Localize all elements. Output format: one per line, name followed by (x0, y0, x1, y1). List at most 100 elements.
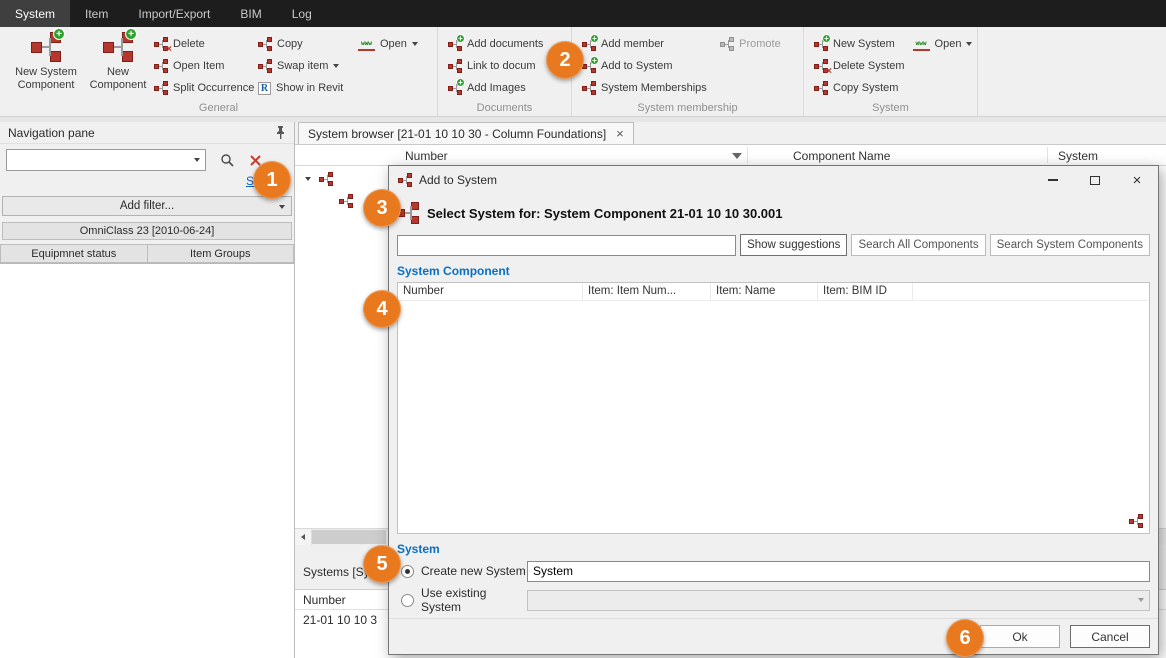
col-number[interactable]: Number (398, 283, 583, 300)
dialog-header-text: Select System for: System Component 21-0… (427, 206, 783, 221)
button-label: Link to docum (467, 60, 535, 72)
ribbon: + New System Component + New Component ×… (0, 27, 1166, 117)
search-icon[interactable] (216, 149, 238, 171)
callout-badge-3: 3 (363, 189, 401, 227)
col-item-number[interactable]: Item: Item Num... (583, 283, 711, 300)
pin-icon[interactable] (275, 126, 286, 139)
scroll-left-icon (301, 534, 305, 540)
tree-node-icon[interactable] (319, 172, 333, 186)
callout-badge-2: 2 (546, 41, 584, 79)
search-combobox[interactable] (6, 149, 206, 171)
col-bim-id[interactable]: Item: BIM ID (818, 283, 913, 300)
open-item-button[interactable]: Open Item (150, 55, 254, 77)
web-open-icon: www (358, 38, 375, 51)
add-filter-dropdown[interactable]: Add filter... (2, 196, 292, 216)
navigation-pane: Navigation pane Search Add filter... Omn… (0, 122, 295, 658)
search-link-row: Search (0, 171, 294, 189)
add-member-button[interactable]: + Add member (578, 33, 716, 55)
swap-item-icon (258, 59, 272, 73)
open-system-dropdown-button[interactable]: www Open (909, 33, 975, 55)
column-component-name[interactable]: Component Name (793, 145, 890, 167)
create-new-system-row: Create new System (397, 560, 1150, 582)
swap-item-button[interactable]: Swap item (254, 55, 354, 77)
chevron-down-icon (279, 205, 285, 209)
button-label: New System (833, 38, 895, 50)
button-label: Promote (739, 38, 781, 50)
button-label: Delete (173, 38, 205, 50)
add-to-system-icon: + (582, 59, 596, 73)
copy-button[interactable]: Copy (254, 33, 354, 55)
delete-button[interactable]: × Delete (150, 33, 254, 55)
tab-close-icon[interactable]: × (616, 127, 624, 140)
cancel-button[interactable]: Cancel (1070, 625, 1150, 648)
open-dropdown-button[interactable]: www Open (354, 33, 420, 55)
column-divider (1047, 147, 1048, 163)
application-window: System Item Import/Export BIM Log + New … (0, 0, 1166, 658)
new-system-component-icon: + (31, 32, 61, 62)
system-memberships-button[interactable]: System Memberships (578, 77, 716, 99)
tab-log[interactable]: Log (277, 0, 327, 27)
col-item-name[interactable]: Item: Name (711, 283, 818, 300)
tree-node-icon[interactable] (339, 194, 353, 208)
use-existing-system-label: Use existing System (421, 586, 527, 614)
tab-item-groups[interactable]: Item Groups (148, 244, 295, 263)
new-component-button[interactable]: + New Component (86, 30, 150, 100)
use-existing-system-radio[interactable] (401, 594, 414, 607)
chevron-down-icon (1138, 598, 1144, 602)
tab-item[interactable]: Item (70, 0, 123, 27)
add-images-icon: + (448, 81, 462, 95)
search-all-components-button[interactable]: Search All Components (851, 234, 985, 256)
component-search-input[interactable] (397, 235, 736, 256)
new-system-component-button[interactable]: + New System Component (6, 30, 86, 100)
minimize-icon[interactable] (1032, 166, 1074, 194)
promote-button[interactable]: Promote (716, 33, 799, 55)
chevron-down-icon (412, 42, 418, 46)
window-controls: × (1032, 166, 1158, 194)
tab-equipment-status[interactable]: Equipmnet status (0, 244, 148, 263)
navigation-pane-header: Navigation pane (0, 122, 294, 144)
scroll-left-button[interactable] (295, 529, 312, 545)
group-label-system: System (804, 102, 977, 114)
omniclass-item[interactable]: OmniClass 23 [2010-06-24] (2, 222, 292, 240)
close-icon[interactable]: × (1116, 166, 1158, 194)
browser-column-header: Number Component Name System (295, 144, 1166, 166)
button-label: New System (15, 66, 77, 79)
button-label: System Memberships (601, 82, 707, 94)
add-member-icon: + (582, 37, 596, 51)
group-label-documents: Documents (438, 102, 571, 114)
new-system-button[interactable]: + New System (810, 33, 909, 55)
column-system[interactable]: System (1058, 145, 1098, 167)
component-list[interactable]: Number Item: Item Num... Item: Name Item… (397, 282, 1150, 534)
delete-system-button[interactable]: × Delete System (810, 55, 909, 77)
button-label: Add Images (467, 82, 526, 94)
existing-system-combobox (527, 590, 1150, 611)
tree-expander-icon[interactable] (305, 177, 311, 181)
tab-system[interactable]: System (0, 0, 70, 27)
tab-bim[interactable]: BIM (225, 0, 276, 27)
new-component-icon: + (103, 32, 133, 62)
copy-system-button[interactable]: Copy System (810, 77, 909, 99)
create-new-system-radio[interactable] (401, 565, 414, 578)
navigation-pane-title: Navigation pane (8, 126, 95, 140)
ribbon-group-system: + New System × Delete System Copy System… (804, 27, 978, 116)
add-to-system-button[interactable]: + Add to System (578, 55, 716, 77)
show-suggestions-button[interactable]: Show suggestions (740, 234, 847, 256)
show-in-revit-button[interactable]: R Show in Revit (254, 77, 354, 99)
split-occurrence-button[interactable]: Split Occurrence (150, 77, 254, 99)
maximize-icon[interactable] (1074, 166, 1116, 194)
new-system-name-input[interactable] (527, 561, 1150, 582)
column-number[interactable]: Number (405, 145, 448, 167)
dialog-footer: Ok Cancel (389, 618, 1158, 654)
button-label: Copy System (833, 82, 898, 94)
search-system-components-button[interactable]: Search System Components (990, 234, 1150, 256)
dialog-titlebar[interactable]: Add to System × (389, 166, 1158, 194)
ribbon-group-general: + New System Component + New Component ×… (0, 27, 438, 116)
tab-import-export[interactable]: Import/Export (123, 0, 225, 27)
sort-descending-icon[interactable] (732, 153, 742, 159)
document-tabstrip: System browser [21-01 10 10 30 - Column … (295, 122, 1166, 144)
add-images-button[interactable]: + Add Images (444, 77, 567, 99)
scrollbar-thumb[interactable] (312, 530, 386, 544)
system-browser-tab[interactable]: System browser [21-01 10 10 30 - Column … (298, 122, 634, 144)
section-system: System (397, 542, 1150, 557)
ok-button[interactable]: Ok (980, 625, 1060, 648)
